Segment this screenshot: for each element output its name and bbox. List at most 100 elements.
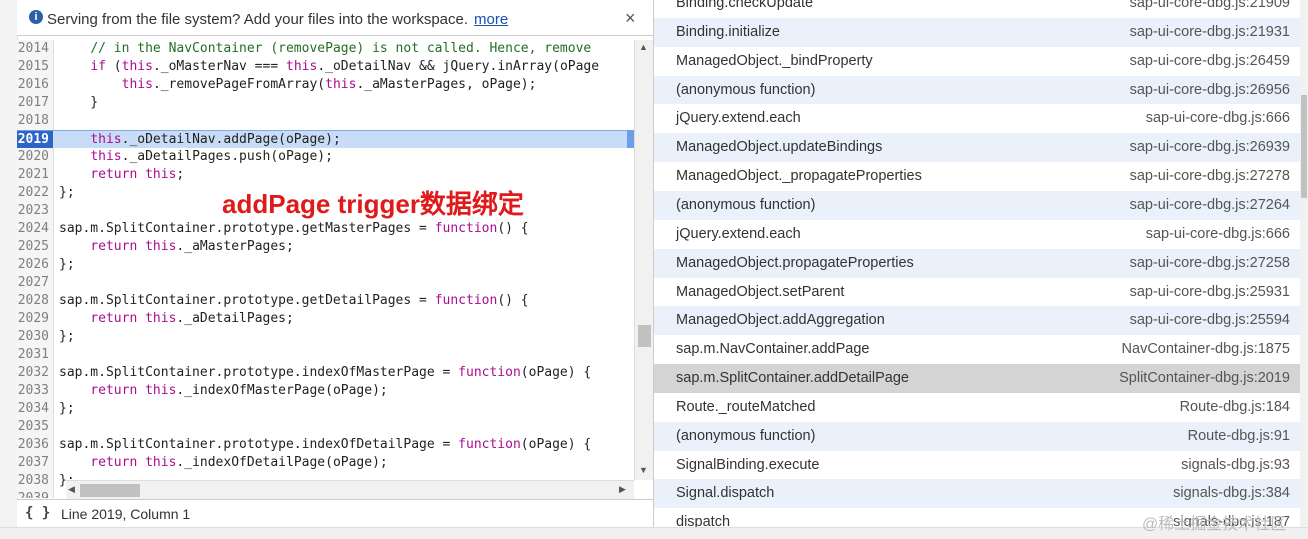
call-frame[interactable]: sap.m.NavContainer.addPage NavContainer-d… [654, 335, 1301, 366]
line-number[interactable]: 2021 [17, 166, 54, 184]
line-number[interactable]: 2035 [17, 418, 54, 436]
call-frame[interactable]: Signal.dispatch signals-dbg.js:384 [654, 479, 1301, 510]
call-frame[interactable]: Binding.checkUpdate sap-ui-core-dbg.js:21… [654, 0, 1301, 19]
navigator-edge [0, 0, 18, 538]
line-number[interactable]: 2023 [17, 202, 54, 220]
code-line[interactable]: 2026}; [17, 256, 634, 274]
call-frame-location[interactable]: sap-ui-core-dbg.js:26459 [1130, 47, 1290, 76]
line-number[interactable]: 2025 [17, 238, 54, 256]
editor-vertical-scroll-thumb[interactable] [638, 325, 651, 347]
code-line[interactable]: 2027 [17, 274, 634, 292]
code-line[interactable]: 2029 return this._aDetailPages; [17, 310, 634, 328]
call-frame-location[interactable]: sap-ui-core-dbg.js:26939 [1130, 133, 1290, 162]
code-line[interactable]: 2018 [17, 112, 634, 130]
code-line[interactable]: 2019 this._oDetailNav.addPage(oPage); [17, 130, 634, 149]
call-frame-location[interactable]: signals-dbg.js:384 [1173, 479, 1290, 508]
call-frame[interactable]: ManagedObject.addAggregation sap-ui-core-… [654, 306, 1301, 337]
line-number[interactable]: 2015 [17, 58, 54, 76]
call-frame-location[interactable]: sap-ui-core-dbg.js:27264 [1130, 191, 1290, 220]
line-number[interactable]: 2019 [17, 131, 54, 149]
call-frame[interactable]: ManagedObject._propagateProperties sap-ui… [654, 162, 1301, 193]
call-frame-location[interactable]: sap-ui-core-dbg.js:21909 [1130, 0, 1290, 18]
call-frame-location[interactable]: Route-dbg.js:184 [1180, 393, 1290, 422]
call-frame-location[interactable]: sap-ui-core-dbg.js:21931 [1130, 18, 1290, 47]
scroll-up-icon[interactable]: ▲ [639, 42, 648, 52]
code-line[interactable]: 2021 return this; [17, 166, 634, 184]
editor-vertical-scrollbar[interactable]: ▲ ▼ [634, 40, 654, 480]
code-line[interactable]: 2016 this._removePageFromArray(this._aMa… [17, 76, 634, 94]
scroll-right-icon[interactable]: ▶ [619, 484, 626, 495]
code-line[interactable]: 2030}; [17, 328, 634, 346]
line-number[interactable]: 2032 [17, 364, 54, 382]
call-frame[interactable]: ManagedObject._bindProperty sap-ui-core-d… [654, 46, 1301, 77]
call-frame-location[interactable]: sap-ui-core-dbg.js:25594 [1130, 306, 1290, 335]
call-frame-location[interactable]: sap-ui-core-dbg.js:666 [1146, 104, 1290, 133]
call-frame[interactable]: (anonymous function) Route-dbg.js:91 [654, 421, 1301, 452]
call-frame-location[interactable]: sap-ui-core-dbg.js:25931 [1130, 278, 1290, 307]
code-editor[interactable]: 2014 // in the NavContainer (removePage)… [17, 40, 634, 498]
call-frame-location[interactable]: NavContainer-dbg.js:1875 [1122, 335, 1290, 364]
call-frame[interactable]: sap.m.SplitContainer.addDetailPage SplitC… [654, 364, 1301, 395]
line-number[interactable]: 2018 [17, 112, 54, 130]
line-number[interactable]: 2028 [17, 292, 54, 310]
call-frame-function: jQuery.extend.each [676, 225, 801, 242]
code-line[interactable]: 2037 return this._indexOfDetailPage(oPag… [17, 454, 634, 472]
line-number[interactable]: 2034 [17, 400, 54, 418]
code-line[interactable]: 2017 } [17, 94, 634, 112]
line-number[interactable]: 2026 [17, 256, 54, 274]
code-line[interactable]: 2032 sap.m.SplitContainer.prototype.index… [17, 364, 634, 382]
call-frame[interactable]: (anonymous function) sap-ui-core-dbg.js:2… [654, 75, 1301, 106]
scroll-left-icon[interactable]: ◀ [68, 484, 75, 495]
line-number[interactable]: 2033 [17, 382, 54, 400]
code-line[interactable]: 2014 // in the NavContainer (removePage)… [17, 40, 634, 58]
code-line[interactable]: 2033 return this._indexOfMasterPage(oPag… [17, 382, 634, 400]
call-frame[interactable]: (anonymous function) sap-ui-core-dbg.js:2… [654, 190, 1301, 221]
code-line[interactable]: 2025 return this._aMasterPages; [17, 238, 634, 256]
call-frame[interactable]: jQuery.extend.each sap-ui-core-dbg.js:666 [654, 219, 1301, 250]
editor-horizontal-scrollbar[interactable]: ◀ ▶ [66, 480, 634, 499]
call-frame[interactable]: SignalBinding.execute signals-dbg.js:93 [654, 450, 1301, 481]
scroll-down-icon[interactable]: ▼ [639, 465, 648, 475]
line-number[interactable]: 2022 [17, 184, 54, 202]
call-frame[interactable]: Route._routeMatched Route-dbg.js:184 [654, 392, 1301, 423]
close-icon[interactable]: × [625, 8, 636, 29]
call-frame[interactable]: ManagedObject.updateBindings sap-ui-core-… [654, 133, 1301, 164]
call-stack-scroll-thumb[interactable] [1301, 95, 1307, 198]
code-line[interactable]: 2031 [17, 346, 634, 364]
line-number[interactable]: 2031 [17, 346, 54, 364]
call-frame-location[interactable]: signals-dbg.js:93 [1181, 451, 1290, 480]
editor-horizontal-scroll-thumb[interactable] [80, 484, 140, 497]
line-number[interactable]: 2016 [17, 76, 54, 94]
call-frame-location[interactable]: sap-ui-core-dbg.js:26956 [1130, 76, 1290, 105]
call-frame[interactable]: ManagedObject.setParent sap-ui-core-dbg.j… [654, 277, 1301, 308]
call-frame[interactable]: jQuery.extend.each sap-ui-core-dbg.js:666 [654, 104, 1301, 135]
code-line[interactable]: 2015 if (this._oMasterNav === this._oDet… [17, 58, 634, 76]
code-line[interactable]: 2028 sap.m.SplitContainer.prototype.getDe… [17, 292, 634, 310]
call-frame-location[interactable]: sap-ui-core-dbg.js:27258 [1130, 249, 1290, 278]
line-number[interactable]: 2014 [17, 40, 54, 58]
code-line[interactable]: 2034}; [17, 400, 634, 418]
call-frame-location[interactable]: Route-dbg.js:91 [1188, 422, 1290, 451]
line-number[interactable]: 2038 [17, 472, 54, 490]
line-number[interactable]: 2036 [17, 436, 54, 454]
call-stack-scrollbar[interactable] [1300, 0, 1308, 527]
call-frame[interactable]: Binding.initialize sap-ui-core-dbg.js:219… [654, 17, 1301, 48]
line-number[interactable]: 2020 [17, 148, 54, 166]
code-line[interactable]: 2024 sap.m.SplitContainer.prototype.getMa… [17, 220, 634, 238]
call-frame[interactable]: ManagedObject.propagateProperties sap-ui-… [654, 248, 1301, 279]
infobar-more-link[interactable]: more [474, 11, 508, 28]
call-frame-location[interactable]: sap-ui-core-dbg.js:666 [1146, 220, 1290, 249]
code-line[interactable]: 2036 sap.m.SplitContainer.prototype.index… [17, 436, 634, 454]
line-number[interactable]: 2024 [17, 220, 54, 238]
code-line[interactable]: 2035 [17, 418, 634, 436]
line-number[interactable]: 2037 [17, 454, 54, 472]
call-frame-location[interactable]: SplitContainer-dbg.js:2019 [1119, 364, 1290, 393]
line-number[interactable]: 2017 [17, 94, 54, 112]
line-number[interactable]: 2039 [17, 490, 54, 498]
code-line[interactable]: 2020 this._aDetailPages.push(oPage); [17, 148, 634, 166]
call-frame-location[interactable]: sap-ui-core-dbg.js:27278 [1130, 162, 1290, 191]
pretty-print-button[interactable]: { } [25, 505, 50, 521]
line-number[interactable]: 2027 [17, 274, 54, 292]
line-number[interactable]: 2029 [17, 310, 54, 328]
line-number[interactable]: 2030 [17, 328, 54, 346]
